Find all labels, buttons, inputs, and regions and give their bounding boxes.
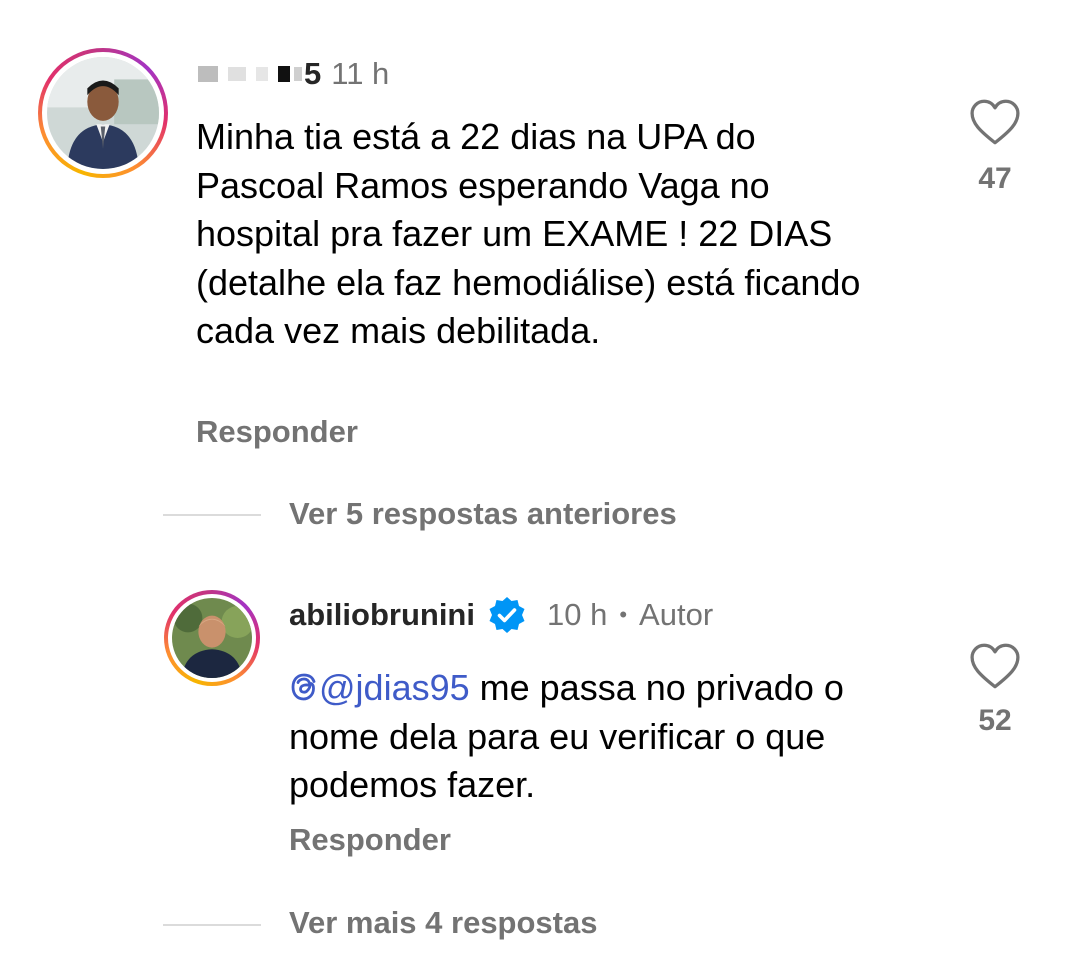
- heart-outline-icon: [970, 643, 1020, 689]
- reply-text: @jdias95 me passa no privado o nome dela…: [289, 664, 939, 810]
- author-username[interactable]: abiliobrunini: [289, 597, 475, 633]
- comment-text: Minha tia está a 22 dias na UPA do Pasco…: [196, 116, 881, 351]
- reply-time: 10 h: [547, 597, 608, 632]
- reply-button[interactable]: Responder: [196, 414, 358, 450]
- like-count: 47: [978, 162, 1012, 195]
- mention-handle[interactable]: @jdias95: [319, 667, 470, 708]
- view-previous-replies[interactable]: Ver 5 respostas anteriores: [289, 496, 677, 532]
- like-button[interactable]: [968, 642, 1022, 690]
- like-count: 52: [978, 704, 1012, 737]
- like-button[interactable]: [968, 98, 1022, 146]
- avatar-commenter[interactable]: [38, 48, 168, 178]
- meta-separator: •: [619, 602, 628, 627]
- comment-header: 5 11 h: [198, 54, 389, 94]
- reply-header: abiliobrunini 10 h • Autor: [289, 594, 713, 636]
- avatar-photo: [47, 57, 159, 169]
- mention-link[interactable]: @jdias95: [289, 667, 470, 708]
- verified-badge-icon: [489, 597, 525, 633]
- thread-divider: [163, 514, 261, 516]
- username-fragment: 5: [304, 56, 322, 91]
- threads-logo-icon: [291, 673, 316, 701]
- heart-outline-icon: [970, 99, 1020, 145]
- avatar-photo: [172, 598, 252, 678]
- username-redacted[interactable]: 5: [198, 56, 321, 92]
- thread-divider: [163, 924, 261, 926]
- author-badge: Autor: [639, 597, 714, 632]
- comment-time: 11 h: [331, 56, 390, 91]
- reply-button[interactable]: Responder: [289, 822, 451, 858]
- view-more-replies[interactable]: Ver mais 4 respostas: [289, 905, 597, 941]
- avatar-author[interactable]: [164, 590, 260, 686]
